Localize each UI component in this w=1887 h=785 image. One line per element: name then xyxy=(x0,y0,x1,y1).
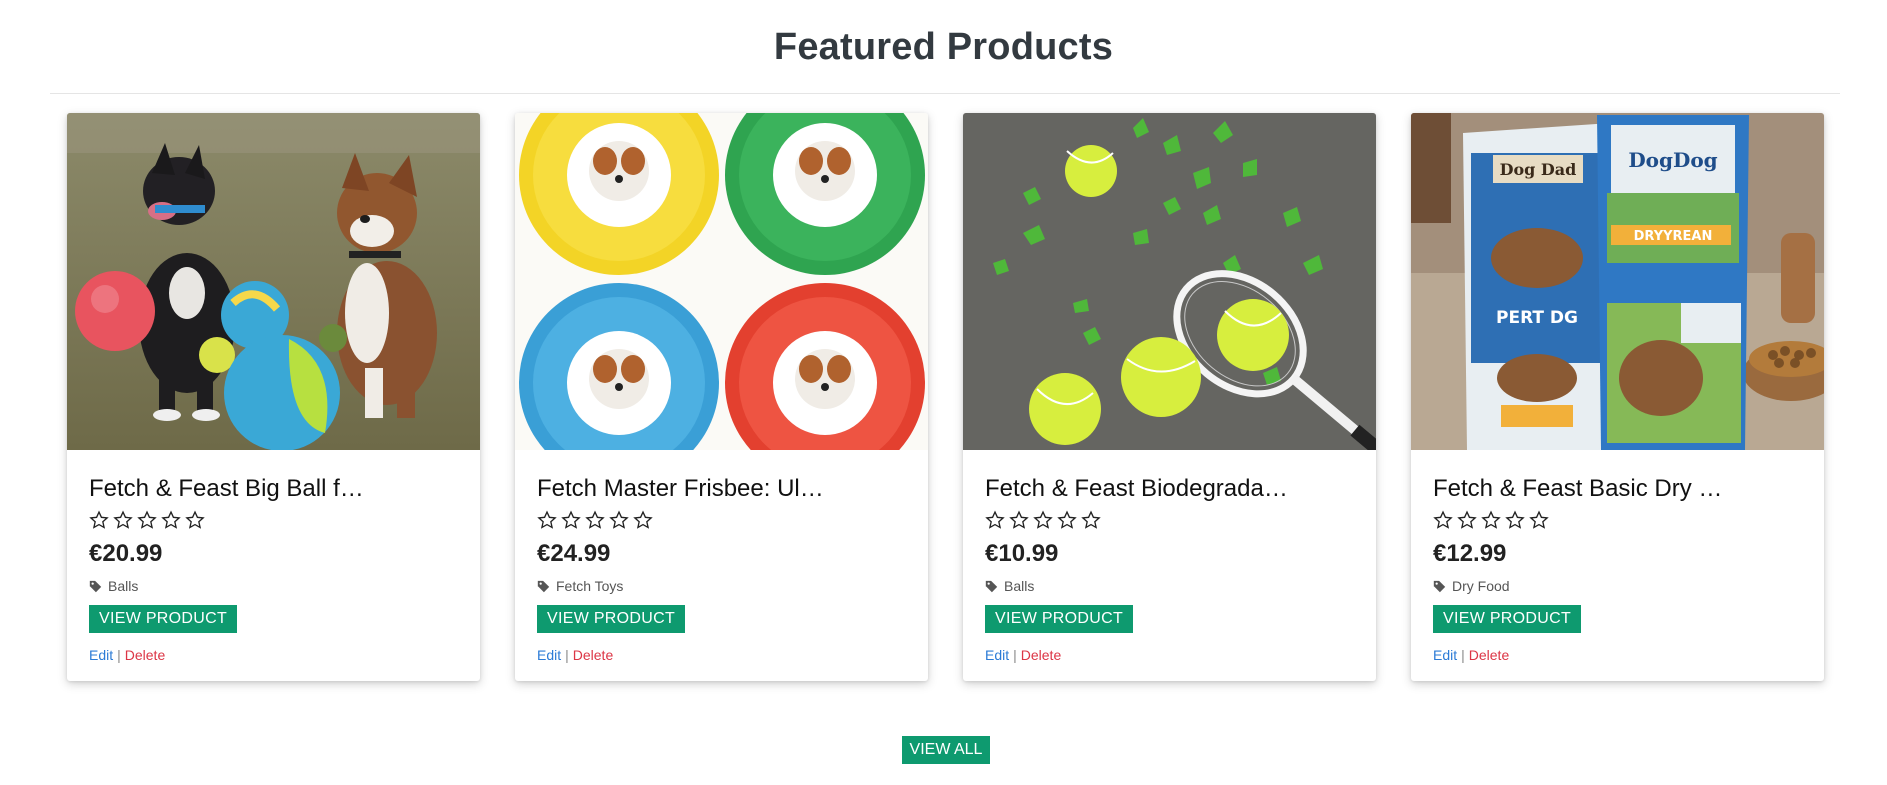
star-empty-icon xyxy=(1033,510,1053,529)
admin-links: Edit | Delete xyxy=(1433,647,1509,663)
star-empty-icon xyxy=(161,510,181,529)
star-empty-icon xyxy=(1433,510,1453,529)
admin-links: Edit | Delete xyxy=(537,647,613,663)
product-title[interactable]: Fetch & Feast Basic Dry … xyxy=(1433,475,1813,503)
star-empty-icon xyxy=(137,510,157,529)
product-title[interactable]: Fetch & Feast Biodegrada… xyxy=(985,475,1365,503)
delete-link[interactable]: Delete xyxy=(125,647,165,663)
svg-text:DRYYREAN: DRYYREAN xyxy=(1634,229,1713,244)
product-card: Dog Dad PERT DG DogDog DRYYREAN Fetch & … xyxy=(1411,113,1824,681)
category-label: Dry Food xyxy=(1452,578,1510,594)
product-image[interactable] xyxy=(515,113,928,450)
view-product-button[interactable]: VIEW PRODUCT xyxy=(89,605,238,633)
section-title: Featured Products xyxy=(773,26,1114,68)
product-price: €10.99 xyxy=(985,540,1059,567)
view-all-button[interactable]: VIEW ALL xyxy=(902,736,990,764)
product-category[interactable]: Balls xyxy=(985,578,1034,594)
star-empty-icon xyxy=(1457,510,1477,529)
product-category[interactable]: Balls xyxy=(89,578,138,594)
edit-link[interactable]: Edit xyxy=(985,647,1009,663)
product-photo-tennis-balls xyxy=(963,113,1376,450)
star-empty-icon xyxy=(185,510,205,529)
product-category[interactable]: Fetch Toys xyxy=(537,578,623,594)
star-empty-icon xyxy=(561,510,581,529)
view-product-button[interactable]: VIEW PRODUCT xyxy=(985,605,1134,633)
star-empty-icon xyxy=(1057,510,1077,529)
product-title[interactable]: Fetch Master Frisbee: Ul… xyxy=(537,475,917,503)
product-price: €20.99 xyxy=(89,540,163,567)
tag-icon xyxy=(1433,580,1446,592)
star-empty-icon xyxy=(633,510,653,529)
svg-text:PERT DG: PERT DG xyxy=(1496,308,1578,328)
view-product-button[interactable]: VIEW PRODUCT xyxy=(1433,605,1582,633)
svg-text:DogDog: DogDog xyxy=(1628,148,1717,172)
product-image[interactable] xyxy=(963,113,1376,450)
link-separator: | xyxy=(1461,647,1465,663)
product-title[interactable]: Fetch & Feast Big Ball f… xyxy=(89,475,469,503)
product-card: Fetch Master Frisbee: Ul… €24.99 Fetch T… xyxy=(515,113,928,681)
delete-link[interactable]: Delete xyxy=(573,647,613,663)
star-empty-icon xyxy=(1529,510,1549,529)
star-rating xyxy=(1433,509,1549,535)
product-photo-frisbees xyxy=(515,113,928,450)
category-label: Balls xyxy=(1004,578,1035,594)
star-empty-icon xyxy=(1081,510,1101,529)
star-empty-icon xyxy=(89,510,109,529)
view-product-button[interactable]: VIEW PRODUCT xyxy=(537,605,686,633)
star-empty-icon xyxy=(1481,510,1501,529)
admin-links: Edit | Delete xyxy=(89,647,165,663)
star-empty-icon xyxy=(537,510,557,529)
product-photo-dogs-with-balls xyxy=(67,113,480,450)
product-photo-dog-food-bags: Dog Dad PERT DG DogDog DRYYREAN xyxy=(1411,113,1824,450)
star-rating xyxy=(537,509,653,535)
delete-link[interactable]: Delete xyxy=(1469,647,1509,663)
product-price: €12.99 xyxy=(1433,540,1507,567)
edit-link[interactable]: Edit xyxy=(89,647,113,663)
star-empty-icon xyxy=(609,510,629,529)
edit-link[interactable]: Edit xyxy=(537,647,561,663)
product-image[interactable]: Dog Dad PERT DG DogDog DRYYREAN xyxy=(1411,113,1824,450)
product-image[interactable] xyxy=(67,113,480,450)
link-separator: | xyxy=(565,647,569,663)
tag-icon xyxy=(985,580,998,592)
svg-text:Dog Dad: Dog Dad xyxy=(1500,160,1577,179)
star-empty-icon xyxy=(113,510,133,529)
product-card: Fetch & Feast Big Ball f… €20.99 Balls V… xyxy=(67,113,480,681)
title-divider xyxy=(50,93,1840,94)
star-rating xyxy=(89,509,205,535)
link-separator: | xyxy=(1013,647,1017,663)
tag-icon xyxy=(537,580,550,592)
star-empty-icon xyxy=(985,510,1005,529)
delete-link[interactable]: Delete xyxy=(1021,647,1061,663)
product-category[interactable]: Dry Food xyxy=(1433,578,1510,594)
star-empty-icon xyxy=(1009,510,1029,529)
category-label: Fetch Toys xyxy=(556,578,624,594)
link-separator: | xyxy=(117,647,121,663)
admin-links: Edit | Delete xyxy=(985,647,1061,663)
tag-icon xyxy=(89,580,102,592)
star-empty-icon xyxy=(585,510,605,529)
category-label: Balls xyxy=(108,578,139,594)
edit-link[interactable]: Edit xyxy=(1433,647,1457,663)
product-price: €24.99 xyxy=(537,540,611,567)
product-card: Fetch & Feast Biodegrada… €10.99 Balls V… xyxy=(963,113,1376,681)
star-rating xyxy=(985,509,1101,535)
star-empty-icon xyxy=(1505,510,1525,529)
product-grid: Fetch & Feast Big Ball f… €20.99 Balls V… xyxy=(67,113,1827,683)
